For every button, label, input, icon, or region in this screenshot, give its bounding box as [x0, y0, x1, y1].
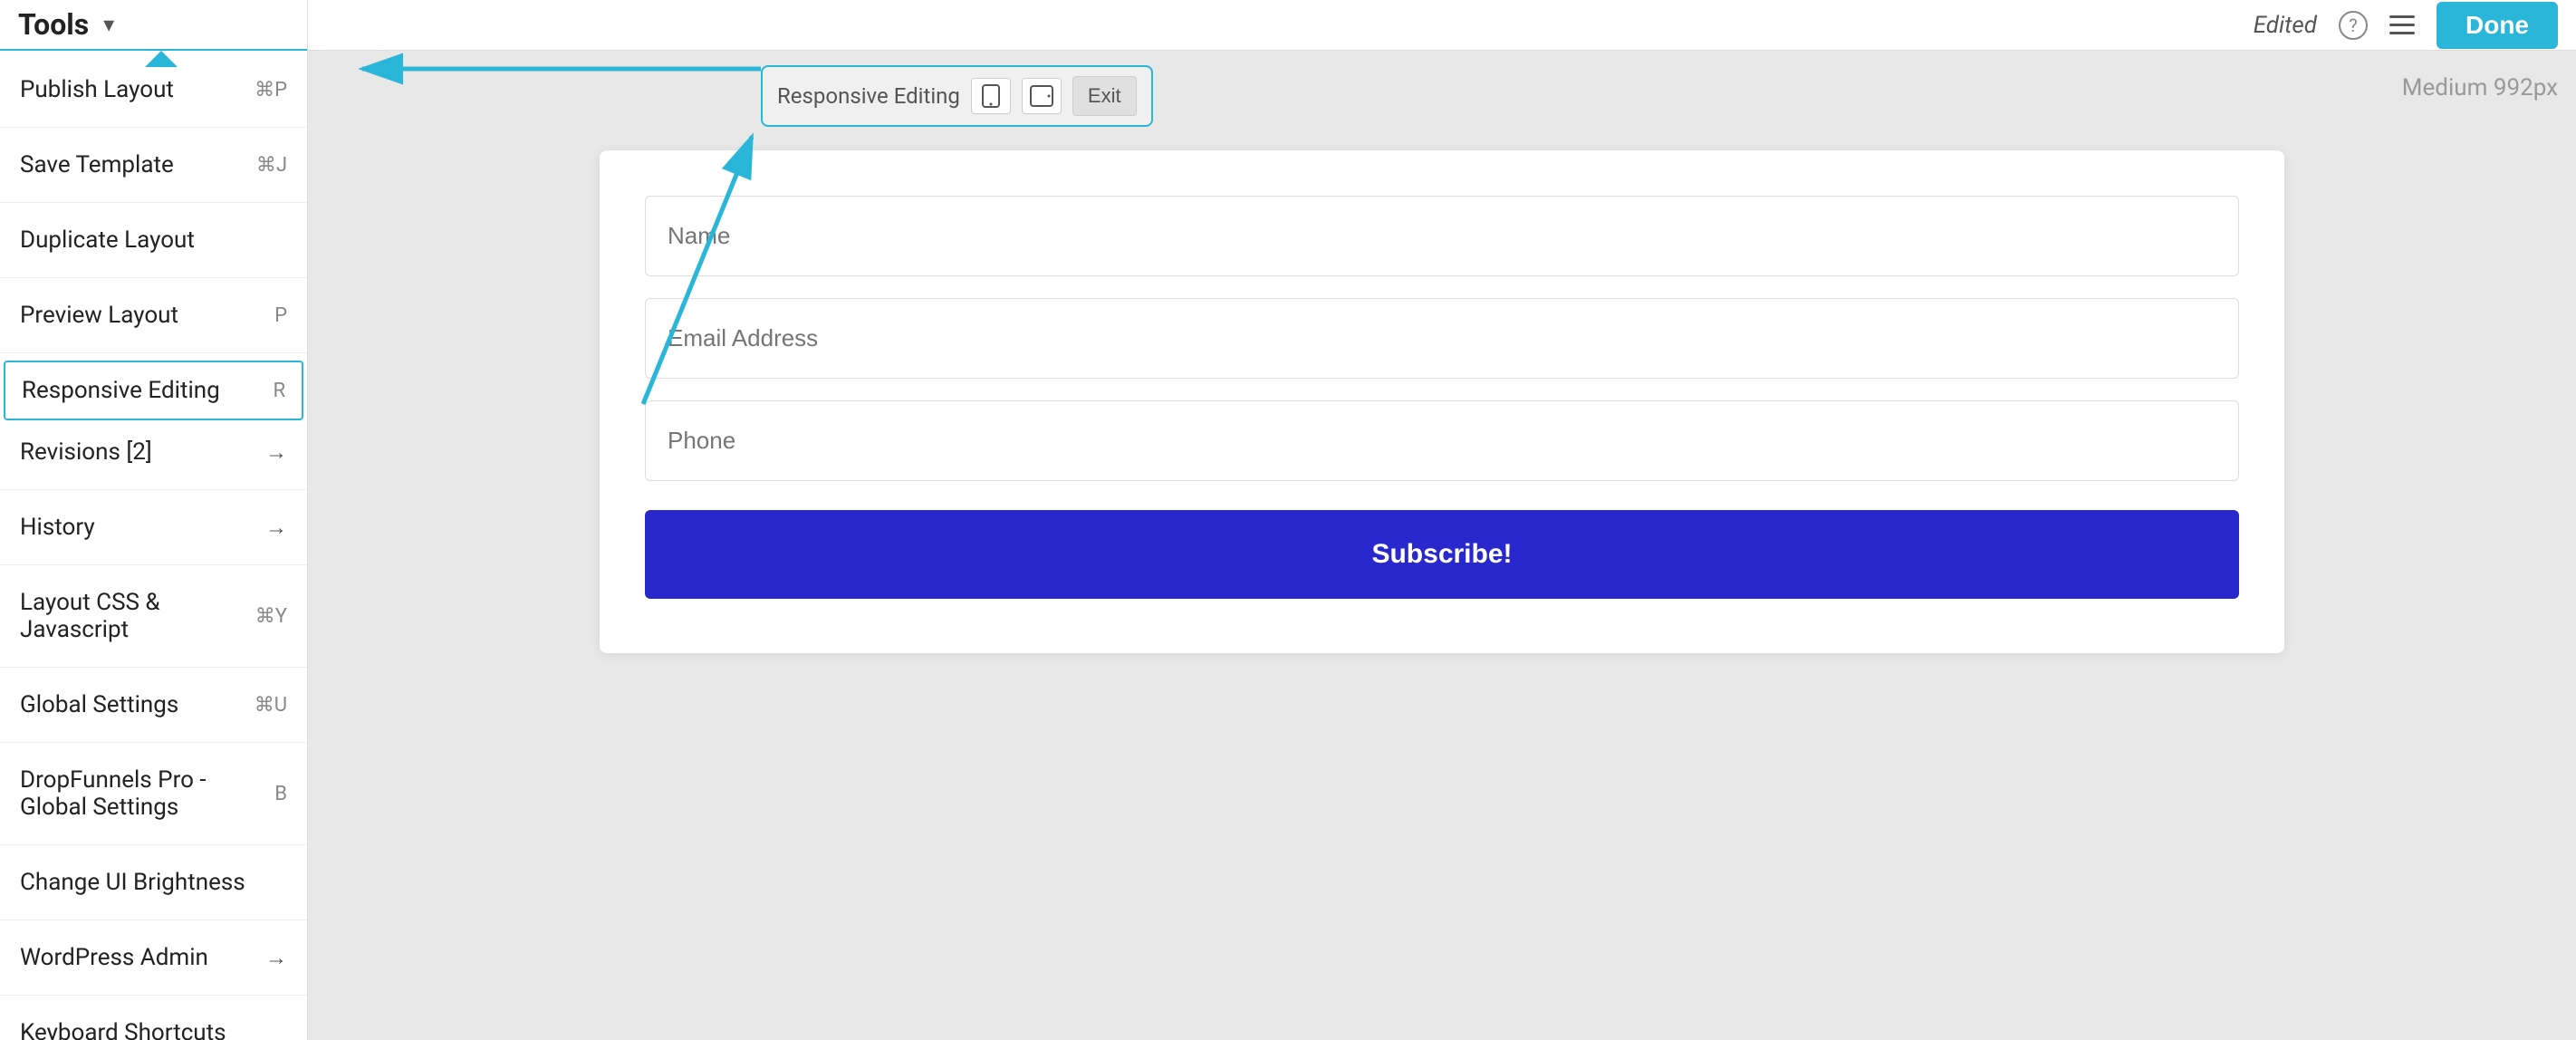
- done-button[interactable]: Done: [2437, 2, 2558, 49]
- form-card: Subscribe!: [600, 150, 2284, 653]
- layout-css-shortcut: ⌘Y: [255, 605, 287, 628]
- responsive-editing-label: Responsive Editing: [22, 377, 220, 404]
- sidebar-triangle: [145, 51, 178, 67]
- sidebar-item-responsive-editing[interactable]: Responsive Editing R: [4, 361, 303, 420]
- sidebar-body: Publish Layout ⌘P Save Template ⌘J Dupli…: [0, 51, 307, 1040]
- sidebar-item-duplicate-layout[interactable]: Duplicate Layout: [0, 210, 307, 270]
- help-icon[interactable]: ?: [2339, 11, 2368, 40]
- header-right: Edited ? Done: [2254, 2, 2576, 49]
- medium-label: Medium 992px: [2402, 74, 2558, 101]
- history-label: History: [20, 514, 95, 541]
- revisions-label: Revisions [2]: [20, 438, 152, 466]
- history-arrow-icon: →: [265, 515, 287, 541]
- sidebar: Tools ▾ Publish Layout ⌘P Save Template …: [0, 0, 308, 1040]
- sidebar-item-save-template[interactable]: Save Template ⌘J: [0, 135, 307, 195]
- sidebar-item-keyboard-shortcuts[interactable]: Keyboard Shortcuts: [0, 1003, 307, 1040]
- save-template-label: Save Template: [20, 151, 174, 178]
- subscribe-button[interactable]: Subscribe!: [645, 510, 2239, 599]
- email-input[interactable]: [645, 298, 2239, 379]
- name-input[interactable]: [645, 196, 2239, 276]
- global-settings-shortcut: ⌘U: [255, 694, 287, 717]
- divider-9: [0, 844, 307, 845]
- sidebar-chevron-icon[interactable]: ▾: [103, 12, 114, 37]
- sidebar-item-publish-layout[interactable]: Publish Layout ⌘P: [0, 60, 307, 120]
- sidebar-item-wordpress-admin[interactable]: WordPress Admin →: [0, 928, 307, 987]
- publish-layout-label: Publish Layout: [20, 76, 174, 103]
- layout-css-label: Layout CSS & Javascript: [20, 589, 255, 643]
- sidebar-item-layout-css[interactable]: Layout CSS & Javascript ⌘Y: [0, 573, 307, 660]
- main-content: Responsive Editing Exit Medium 992px Sub…: [308, 51, 2576, 1040]
- tablet-view-button[interactable]: [1022, 78, 1062, 114]
- preview-layout-label: Preview Layout: [20, 302, 178, 329]
- divider-3: [0, 277, 307, 278]
- sidebar-item-revisions[interactable]: Revisions [2] →: [0, 422, 307, 482]
- sidebar-item-change-ui[interactable]: Change UI Brightness: [0, 852, 307, 912]
- keyboard-shortcuts-label: Keyboard Shortcuts: [20, 1019, 226, 1040]
- divider-7: [0, 667, 307, 668]
- duplicate-layout-label: Duplicate Layout: [20, 226, 195, 254]
- save-template-shortcut: ⌘J: [256, 154, 287, 177]
- phone-view-button[interactable]: [971, 78, 1011, 114]
- phone-input[interactable]: [645, 400, 2239, 481]
- edited-label: Edited: [2254, 12, 2317, 39]
- dropfunnels-pro-shortcut: B: [274, 783, 287, 805]
- sidebar-item-global-settings[interactable]: Global Settings ⌘U: [0, 675, 307, 735]
- menu-icon-button[interactable]: [2389, 15, 2415, 35]
- publish-layout-shortcut: ⌘P: [255, 79, 287, 101]
- divider-2: [0, 202, 307, 203]
- preview-layout-shortcut: P: [274, 304, 287, 327]
- dropfunnels-pro-label: DropFunnels Pro - Global Settings: [20, 766, 274, 821]
- responsive-toolbar-label: Responsive Editing: [777, 83, 960, 109]
- sidebar-title: Tools: [18, 7, 89, 42]
- wordpress-admin-label: WordPress Admin: [20, 944, 208, 971]
- responsive-editing-shortcut: R: [273, 380, 285, 402]
- global-settings-label: Global Settings: [20, 691, 178, 718]
- sidebar-header: Tools ▾: [0, 0, 307, 51]
- exit-button[interactable]: Exit: [1072, 76, 1137, 116]
- change-ui-label: Change UI Brightness: [20, 869, 245, 896]
- sidebar-item-dropfunnels-pro[interactable]: DropFunnels Pro - Global Settings B: [0, 750, 307, 837]
- header-bar: Currently Editing Website ABOUT US1 ▾ Ed…: [0, 0, 2576, 51]
- divider-8: [0, 742, 307, 743]
- divider-6: [0, 564, 307, 565]
- divider-1: [0, 127, 307, 128]
- wordpress-admin-arrow-icon: →: [265, 945, 287, 971]
- divider-4: [0, 352, 307, 353]
- responsive-editing-toolbar: Responsive Editing Exit: [761, 65, 1153, 127]
- divider-5: [0, 489, 307, 490]
- sidebar-item-history[interactable]: History →: [0, 497, 307, 557]
- sidebar-item-preview-layout[interactable]: Preview Layout P: [0, 285, 307, 345]
- revisions-arrow-icon: →: [265, 439, 287, 466]
- divider-11: [0, 995, 307, 996]
